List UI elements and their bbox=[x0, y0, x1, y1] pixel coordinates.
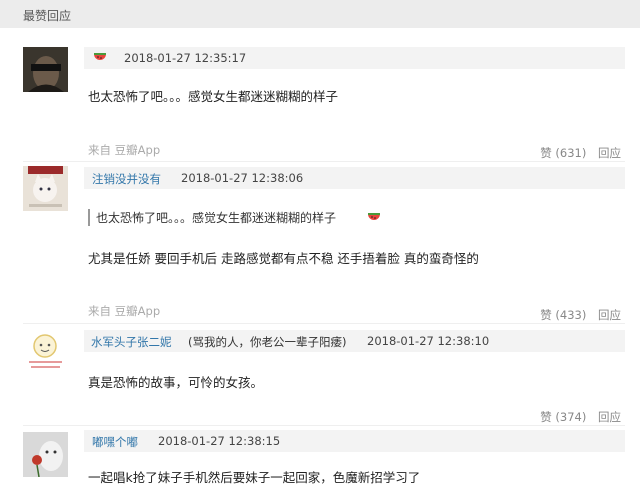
comment-user-note: (骂我的人，你老公一辈子阳痿) bbox=[188, 335, 347, 349]
comment-source: 来自 豆瓣App bbox=[88, 143, 161, 157]
reply-button[interactable]: 回应 bbox=[598, 308, 621, 322]
like-button[interactable]: 赞 (374) bbox=[540, 410, 586, 424]
like-button[interactable]: 赞 (433) bbox=[540, 308, 586, 322]
section-header: 最赞回应 bbox=[0, 0, 640, 28]
avatar[interactable] bbox=[23, 166, 68, 211]
avatar[interactable] bbox=[23, 328, 68, 373]
comment-meta: 2018-01-27 12:35:17 bbox=[84, 47, 625, 69]
avatar-image bbox=[23, 432, 68, 477]
comment-username[interactable]: 水军头子张二妮 bbox=[91, 334, 172, 350]
like-button[interactable]: 赞 (631) bbox=[540, 146, 586, 160]
reply-button[interactable]: 回应 bbox=[598, 146, 621, 160]
quoted-comment: 也太恐怖了吧。。。感觉女生都迷迷糊糊的样子 bbox=[88, 209, 336, 226]
watermelon-icon bbox=[94, 53, 106, 60]
comment-time: 2018-01-27 12:38:06 bbox=[181, 171, 304, 185]
comment-actions: 赞 (631) 回应 bbox=[532, 145, 621, 161]
quote-text: 也太恐怖了吧。。。感觉女生都迷迷糊糊的样子 bbox=[96, 211, 337, 225]
comment-actions: 赞 (374) 回应 bbox=[532, 409, 621, 425]
comment-source: 来自 豆瓣App bbox=[88, 304, 161, 318]
comment-text: 一起唱k抢了妹子手机然后要妹子一起回家，色魔新招学习了 bbox=[88, 470, 421, 485]
comment-meta: 水军头子张二妮 (骂我的人，你老公一辈子阳痿) 2018-01-27 12:38… bbox=[84, 330, 625, 352]
divider bbox=[23, 425, 625, 426]
comment-time: 2018-01-27 12:38:10 bbox=[367, 334, 490, 348]
comment-text: 真是恐怖的故事，可怜的女孩。 bbox=[88, 375, 264, 390]
comment-text: 尤其是任娇 要回手机后 走路感觉都有点不稳 还手捂着脸 真的蛮奇怪的 bbox=[88, 251, 479, 266]
comment-actions: 赞 (433) 回应 bbox=[532, 307, 621, 323]
comment-username[interactable]: 注销没并没有 bbox=[92, 171, 161, 187]
avatar-image bbox=[23, 47, 68, 92]
comment-meta: 嘟嘿个嘟 2018-01-27 12:38:15 bbox=[84, 430, 625, 452]
watermelon-icon bbox=[368, 213, 380, 220]
comment-meta: 注销没并没有 2018-01-27 12:38:06 bbox=[84, 167, 625, 189]
divider bbox=[23, 323, 625, 324]
avatar[interactable] bbox=[23, 47, 68, 92]
avatar[interactable] bbox=[23, 432, 68, 477]
comment-username[interactable]: 嘟嘿个嘟 bbox=[92, 434, 138, 450]
reply-button[interactable]: 回应 bbox=[598, 410, 621, 424]
comment-time: 2018-01-27 12:35:17 bbox=[124, 51, 247, 65]
comment-text: 也太恐怖了吧。。。感觉女生都迷迷糊糊的样子 bbox=[88, 89, 339, 104]
comment-time: 2018-01-27 12:38:15 bbox=[158, 434, 281, 448]
section-title: 最赞回应 bbox=[23, 9, 72, 23]
divider bbox=[23, 161, 625, 162]
avatar-image bbox=[23, 328, 68, 373]
avatar-image bbox=[23, 166, 68, 211]
